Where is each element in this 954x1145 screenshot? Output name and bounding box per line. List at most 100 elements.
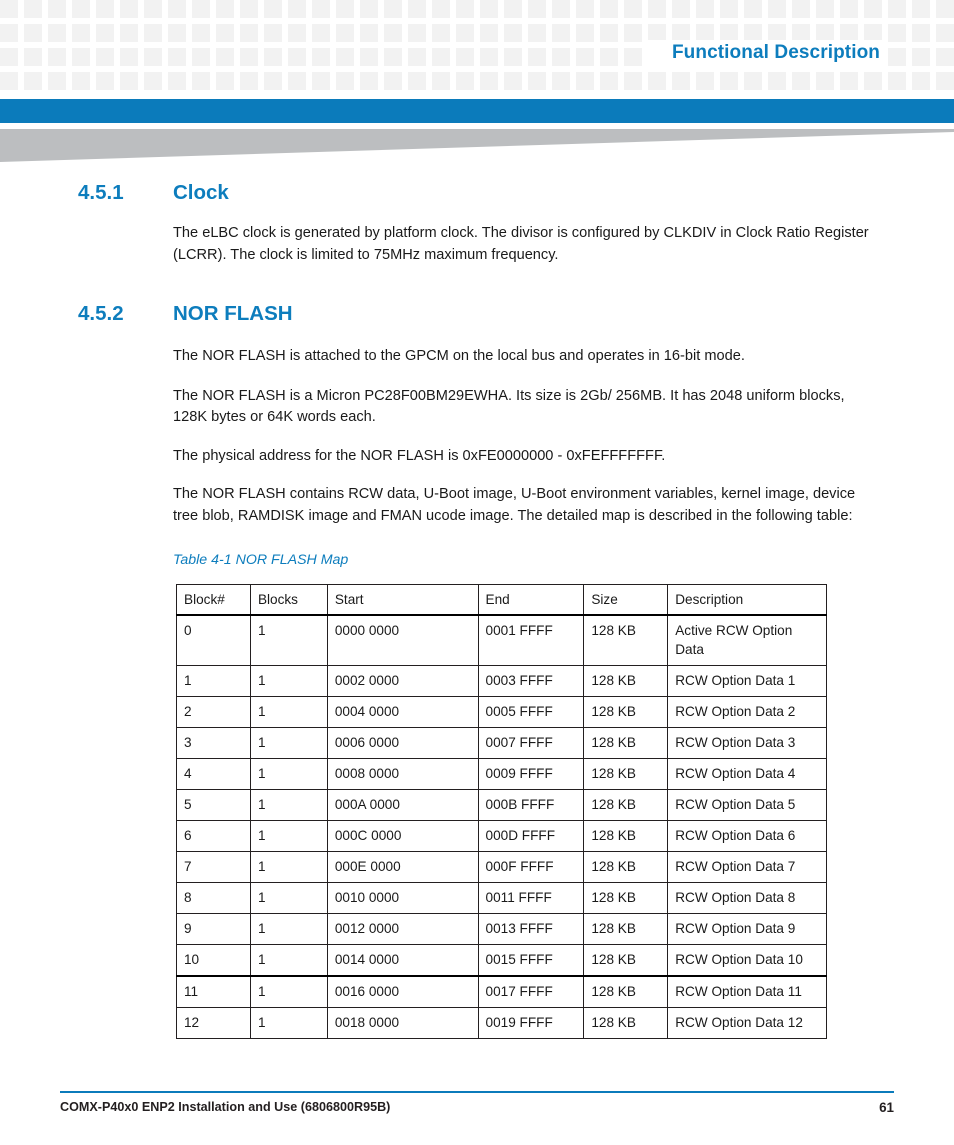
cell-start: 0002 0000: [326, 665, 479, 697]
cell-description: RCW Option Data 6: [667, 820, 827, 852]
footer-page-number: 61: [879, 1100, 894, 1115]
page-content: 4.5.1 Clock The eLBC clock is generated …: [0, 165, 954, 1039]
column-header-end: End: [477, 584, 585, 616]
table-row: 9 1 0012 0000 0013 FFFF 128 KB RCW Optio…: [176, 913, 827, 945]
cell-end: 0015 FFFF: [477, 944, 585, 977]
cell-end: 0001 FFFF: [477, 614, 585, 666]
cell-block-number: 8: [176, 882, 251, 914]
section-title: NOR FLASH: [173, 302, 293, 325]
cell-blocks: 1: [249, 614, 328, 666]
table-row: 1 1 0002 0000 0003 FFFF 128 KB RCW Optio…: [176, 665, 827, 697]
cell-start: 000A 0000: [326, 789, 479, 821]
cell-blocks: 1: [249, 727, 328, 759]
cell-blocks: 1: [249, 944, 328, 977]
cell-block-number: 6: [176, 820, 251, 852]
cell-end: 0013 FFFF: [477, 913, 585, 945]
cell-block-number: 3: [176, 727, 251, 759]
cell-block-number: 12: [176, 1007, 251, 1039]
cell-description: RCW Option Data 4: [667, 758, 827, 790]
cell-start: 0010 0000: [326, 882, 479, 914]
cell-description: RCW Option Data 9: [667, 913, 827, 945]
cell-end: 000F FFFF: [477, 851, 585, 883]
cell-size: 128 KB: [583, 758, 669, 790]
cell-end: 000B FFFF: [477, 789, 585, 821]
cell-block-number: 1: [176, 665, 251, 697]
table-row: 0 1 0000 0000 0001 FFFF 128 KB Active RC…: [176, 614, 827, 666]
cell-end: 0019 FFFF: [477, 1007, 585, 1039]
cell-blocks: 1: [249, 975, 328, 1008]
cell-blocks: 1: [249, 851, 328, 883]
page-header-title: Functional Description: [671, 42, 880, 63]
cell-block-number: 7: [176, 851, 251, 883]
paragraph: The NOR FLASH is a Micron PC28F00BM29EWH…: [173, 387, 845, 426]
column-header-blocks: Blocks: [249, 584, 328, 616]
table-row: 12 1 0018 0000 0019 FFFF 128 KB RCW Opti…: [176, 1007, 827, 1039]
cell-block-number: 5: [176, 789, 251, 821]
table-row: 8 1 0010 0000 0011 FFFF 128 KB RCW Optio…: [176, 882, 827, 914]
table-body: 0 1 0000 0000 0001 FFFF 128 KB Active RC…: [176, 614, 827, 1039]
cell-size: 128 KB: [583, 944, 669, 977]
cell-end: 0009 FFFF: [477, 758, 585, 790]
cell-end: 0007 FFFF: [477, 727, 585, 759]
cell-block-number: 2: [176, 696, 251, 728]
cell-description: RCW Option Data 12: [667, 1007, 827, 1039]
cell-end: 0011 FFFF: [477, 882, 585, 914]
cell-size: 128 KB: [583, 665, 669, 697]
column-header-description: Description: [667, 584, 827, 616]
cell-description: RCW Option Data 7: [667, 851, 827, 883]
column-header-start: Start: [326, 584, 479, 616]
table-row: 4 1 0008 0000 0009 FFFF 128 KB RCW Optio…: [176, 758, 827, 790]
cell-end: 000D FFFF: [477, 820, 585, 852]
column-header-size: Size: [583, 584, 669, 616]
table-row: 6 1 000C 0000 000D FFFF 128 KB RCW Optio…: [176, 820, 827, 852]
paragraph: The eLBC clock is generated by platform …: [173, 225, 869, 263]
cell-size: 128 KB: [583, 696, 669, 728]
table-row: 2 1 0004 0000 0005 FFFF 128 KB RCW Optio…: [176, 696, 827, 728]
section-heading: 4.5.2 NOR FLASH: [0, 302, 954, 326]
header-blue-bar: [0, 99, 954, 123]
cell-size: 128 KB: [583, 913, 669, 945]
section-number: 4.5.2: [78, 302, 124, 325]
column-header-block-number: Block#: [176, 584, 251, 616]
cell-start: 000C 0000: [326, 820, 479, 852]
footer-rule: [60, 1091, 894, 1093]
cell-blocks: 1: [249, 1007, 328, 1039]
cell-block-number: 9: [176, 913, 251, 945]
cell-size: 128 KB: [583, 851, 669, 883]
cell-description: RCW Option Data 8: [667, 882, 827, 914]
table-caption: Table 4-1 NOR FLASH Map: [173, 552, 349, 568]
cell-description: RCW Option Data 1: [667, 665, 827, 697]
table-row: 10 1 0014 0000 0015 FFFF 128 KB RCW Opti…: [176, 944, 827, 977]
footer-document-title: COMX-P40x0 ENP2 Installation and Use (68…: [60, 1100, 391, 1114]
cell-size: 128 KB: [583, 882, 669, 914]
document-page: Functional Description 4.5.1 Clock The e…: [0, 0, 954, 1145]
cell-size: 128 KB: [583, 975, 669, 1008]
cell-size: 128 KB: [583, 820, 669, 852]
section-title: Clock: [173, 181, 229, 204]
header-gray-wedge: [0, 129, 954, 165]
cell-blocks: 1: [249, 758, 328, 790]
cell-blocks: 1: [249, 882, 328, 914]
paragraph: The NOR FLASH contains RCW data, U-Boot …: [173, 486, 856, 524]
section-number: 4.5.1: [78, 181, 124, 204]
cell-size: 128 KB: [583, 614, 669, 666]
cell-start: 000E 0000: [326, 851, 479, 883]
cell-end: 0017 FFFF: [477, 975, 585, 1008]
cell-start: 0004 0000: [326, 696, 479, 728]
cell-description: RCW Option Data 11: [667, 975, 827, 1008]
cell-start: 0008 0000: [326, 758, 479, 790]
cell-block-number: 4: [176, 758, 251, 790]
paragraph: The NOR FLASH is attached to the GPCM on…: [173, 348, 745, 364]
cell-end: 0005 FFFF: [477, 696, 585, 728]
cell-blocks: 1: [249, 820, 328, 852]
cell-start: 0018 0000: [326, 1007, 479, 1039]
cell-description: Active RCW Option Data: [667, 614, 827, 666]
cell-size: 128 KB: [583, 789, 669, 821]
cell-blocks: 1: [249, 913, 328, 945]
table-header-row: Block# Blocks Start End Size Description: [176, 584, 827, 616]
cell-start: 0012 0000: [326, 913, 479, 945]
cell-start: 0014 0000: [326, 944, 479, 977]
cell-block-number: 11: [176, 975, 251, 1008]
cell-start: 0006 0000: [326, 727, 479, 759]
cell-blocks: 1: [249, 696, 328, 728]
